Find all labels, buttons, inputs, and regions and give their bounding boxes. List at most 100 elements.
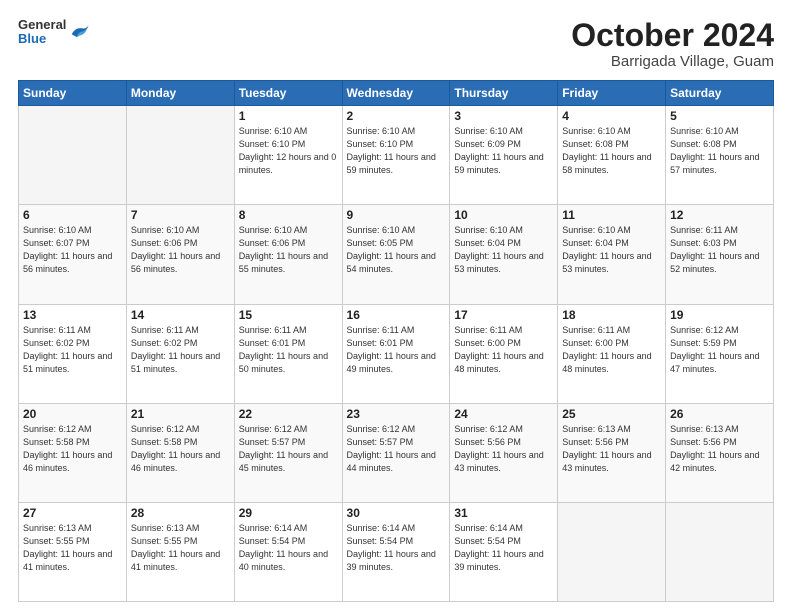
table-row: 31Sunrise: 6:14 AM Sunset: 5:54 PM Dayli…: [450, 502, 558, 601]
calendar-week-row: 1 Sunrise: 6:10 AM Sunset: 6:10 PM Daylig…: [19, 106, 774, 205]
cell-info: Sunrise: 6:11 AM Sunset: 6:00 PM Dayligh…: [454, 324, 553, 376]
day-number: 11: [562, 208, 661, 222]
table-row: 13 Sunrise: 6:11 AM Sunset: 6:02 PM Dayli…: [19, 304, 127, 403]
day-number: 28: [131, 506, 230, 520]
table-row: 30 Sunrise: 6:14 AM Sunset: 5:54 PM Dayli…: [342, 502, 450, 601]
cell-info: Sunrise: 6:13 AM Sunset: 5:55 PM Dayligh…: [23, 522, 122, 574]
cell-info: Sunrise: 6:10 AM Sunset: 6:05 PM Dayligh…: [347, 224, 446, 276]
cell-info: Sunrise: 6:11 AM Sunset: 6:02 PM Dayligh…: [23, 324, 122, 376]
cell-info: Sunrise: 6:12 AM Sunset: 5:58 PM Dayligh…: [131, 423, 230, 475]
day-number: 12: [670, 208, 769, 222]
table-row: [666, 502, 774, 601]
table-row: [558, 502, 666, 601]
cell-info: Sunrise: 6:11 AM Sunset: 6:01 PM Dayligh…: [347, 324, 446, 376]
table-row: 23 Sunrise: 6:12 AM Sunset: 5:57 PM Dayli…: [342, 403, 450, 502]
logo-blue: Blue: [18, 32, 66, 46]
table-row: 8Sunrise: 6:10 AM Sunset: 6:06 PM Daylig…: [234, 205, 342, 304]
day-number: 6: [23, 208, 122, 222]
col-tuesday: Tuesday: [234, 81, 342, 106]
calendar-week-row: 6 Sunrise: 6:10 AM Sunset: 6:07 PM Daylig…: [19, 205, 774, 304]
day-number: 22: [239, 407, 338, 421]
day-number: 7: [131, 208, 230, 222]
day-number: 17: [454, 308, 553, 322]
cell-info: Sunrise: 6:11 AM Sunset: 6:01 PM Dayligh…: [239, 324, 338, 376]
month-title: October 2024: [571, 18, 774, 53]
table-row: 20Sunrise: 6:12 AM Sunset: 5:58 PM Dayli…: [19, 403, 127, 502]
table-row: 15 Sunrise: 6:11 AM Sunset: 6:01 PM Dayli…: [234, 304, 342, 403]
title-area: October 2024 Barrigada Village, Guam: [571, 18, 774, 70]
col-friday: Friday: [558, 81, 666, 106]
cell-info: Sunrise: 6:10 AM Sunset: 6:08 PM Dayligh…: [562, 125, 661, 177]
table-row: 25Sunrise: 6:13 AM Sunset: 5:56 PM Dayli…: [558, 403, 666, 502]
page: General Blue October 2024 Barrigada Vill…: [0, 0, 792, 612]
cell-info: Sunrise: 6:12 AM Sunset: 5:57 PM Dayligh…: [239, 423, 338, 475]
logo: General Blue: [18, 18, 90, 47]
cell-info: Sunrise: 6:10 AM Sunset: 6:09 PM Dayligh…: [454, 125, 553, 177]
day-number: 16: [347, 308, 446, 322]
col-sunday: Sunday: [19, 81, 127, 106]
cell-info: Sunrise: 6:14 AM Sunset: 5:54 PM Dayligh…: [454, 522, 553, 574]
table-row: 4Sunrise: 6:10 AM Sunset: 6:08 PM Daylig…: [558, 106, 666, 205]
col-monday: Monday: [126, 81, 234, 106]
cell-info: Sunrise: 6:11 AM Sunset: 6:02 PM Dayligh…: [131, 324, 230, 376]
day-number: 19: [670, 308, 769, 322]
table-row: 9Sunrise: 6:10 AM Sunset: 6:05 PM Daylig…: [342, 205, 450, 304]
col-thursday: Thursday: [450, 81, 558, 106]
table-row: 19Sunrise: 6:12 AM Sunset: 5:59 PM Dayli…: [666, 304, 774, 403]
table-row: 29 Sunrise: 6:14 AM Sunset: 5:54 PM Dayli…: [234, 502, 342, 601]
table-row: 5 Sunrise: 6:10 AM Sunset: 6:08 PM Daylig…: [666, 106, 774, 205]
cell-info: Sunrise: 6:10 AM Sunset: 6:06 PM Dayligh…: [131, 224, 230, 276]
cell-info: Sunrise: 6:10 AM Sunset: 6:07 PM Dayligh…: [23, 224, 122, 276]
cell-info: Sunrise: 6:10 AM Sunset: 6:04 PM Dayligh…: [454, 224, 553, 276]
cell-info: Sunrise: 6:14 AM Sunset: 5:54 PM Dayligh…: [347, 522, 446, 574]
cell-info: Sunrise: 6:11 AM Sunset: 6:00 PM Dayligh…: [562, 324, 661, 376]
day-number: 1: [239, 109, 338, 123]
cell-info: Sunrise: 6:12 AM Sunset: 5:56 PM Dayligh…: [454, 423, 553, 475]
table-row: 26Sunrise: 6:13 AM Sunset: 5:56 PM Dayli…: [666, 403, 774, 502]
col-saturday: Saturday: [666, 81, 774, 106]
day-number: 23: [347, 407, 446, 421]
table-row: 21 Sunrise: 6:12 AM Sunset: 5:58 PM Dayli…: [126, 403, 234, 502]
logo-bird-icon: [68, 21, 90, 43]
day-number: 13: [23, 308, 122, 322]
cell-info: Sunrise: 6:11 AM Sunset: 6:03 PM Dayligh…: [670, 224, 769, 276]
cell-info: Sunrise: 6:13 AM Sunset: 5:55 PM Dayligh…: [131, 522, 230, 574]
day-number: 5: [670, 109, 769, 123]
table-row: 17 Sunrise: 6:11 AM Sunset: 6:00 PM Dayli…: [450, 304, 558, 403]
table-row: [19, 106, 127, 205]
table-row: 27 Sunrise: 6:13 AM Sunset: 5:55 PM Dayli…: [19, 502, 127, 601]
day-number: 27: [23, 506, 122, 520]
logo-text: General Blue: [18, 18, 66, 47]
day-number: 30: [347, 506, 446, 520]
cell-info: Sunrise: 6:13 AM Sunset: 5:56 PM Dayligh…: [670, 423, 769, 475]
table-row: 28 Sunrise: 6:13 AM Sunset: 5:55 PM Dayli…: [126, 502, 234, 601]
cell-info: Sunrise: 6:12 AM Sunset: 5:58 PM Dayligh…: [23, 423, 122, 475]
table-row: 22 Sunrise: 6:12 AM Sunset: 5:57 PM Dayli…: [234, 403, 342, 502]
calendar-week-row: 27 Sunrise: 6:13 AM Sunset: 5:55 PM Dayli…: [19, 502, 774, 601]
day-number: 21: [131, 407, 230, 421]
table-row: 2 Sunrise: 6:10 AM Sunset: 6:10 PM Daylig…: [342, 106, 450, 205]
table-row: 6 Sunrise: 6:10 AM Sunset: 6:07 PM Daylig…: [19, 205, 127, 304]
cell-info: Sunrise: 6:12 AM Sunset: 5:57 PM Dayligh…: [347, 423, 446, 475]
table-row: [126, 106, 234, 205]
cell-info: Sunrise: 6:10 AM Sunset: 6:04 PM Dayligh…: [562, 224, 661, 276]
table-row: 12 Sunrise: 6:11 AM Sunset: 6:03 PM Dayli…: [666, 205, 774, 304]
cell-info: Sunrise: 6:10 AM Sunset: 6:06 PM Dayligh…: [239, 224, 338, 276]
cell-info: Sunrise: 6:14 AM Sunset: 5:54 PM Dayligh…: [239, 522, 338, 574]
day-number: 10: [454, 208, 553, 222]
header: General Blue October 2024 Barrigada Vill…: [18, 18, 774, 70]
cell-info: Sunrise: 6:10 AM Sunset: 6:08 PM Dayligh…: [670, 125, 769, 177]
table-row: 3Sunrise: 6:10 AM Sunset: 6:09 PM Daylig…: [450, 106, 558, 205]
calendar-header-row: Sunday Monday Tuesday Wednesday Thursday…: [19, 81, 774, 106]
cell-info: Sunrise: 6:10 AM Sunset: 6:10 PM Dayligh…: [347, 125, 446, 177]
day-number: 14: [131, 308, 230, 322]
day-number: 25: [562, 407, 661, 421]
table-row: 11 Sunrise: 6:10 AM Sunset: 6:04 PM Dayli…: [558, 205, 666, 304]
day-number: 29: [239, 506, 338, 520]
cell-info: Sunrise: 6:10 AM Sunset: 6:10 PM Dayligh…: [239, 125, 338, 177]
table-row: 10 Sunrise: 6:10 AM Sunset: 6:04 PM Dayli…: [450, 205, 558, 304]
table-row: 7 Sunrise: 6:10 AM Sunset: 6:06 PM Daylig…: [126, 205, 234, 304]
day-number: 2: [347, 109, 446, 123]
day-number: 15: [239, 308, 338, 322]
location: Barrigada Village, Guam: [571, 53, 774, 70]
